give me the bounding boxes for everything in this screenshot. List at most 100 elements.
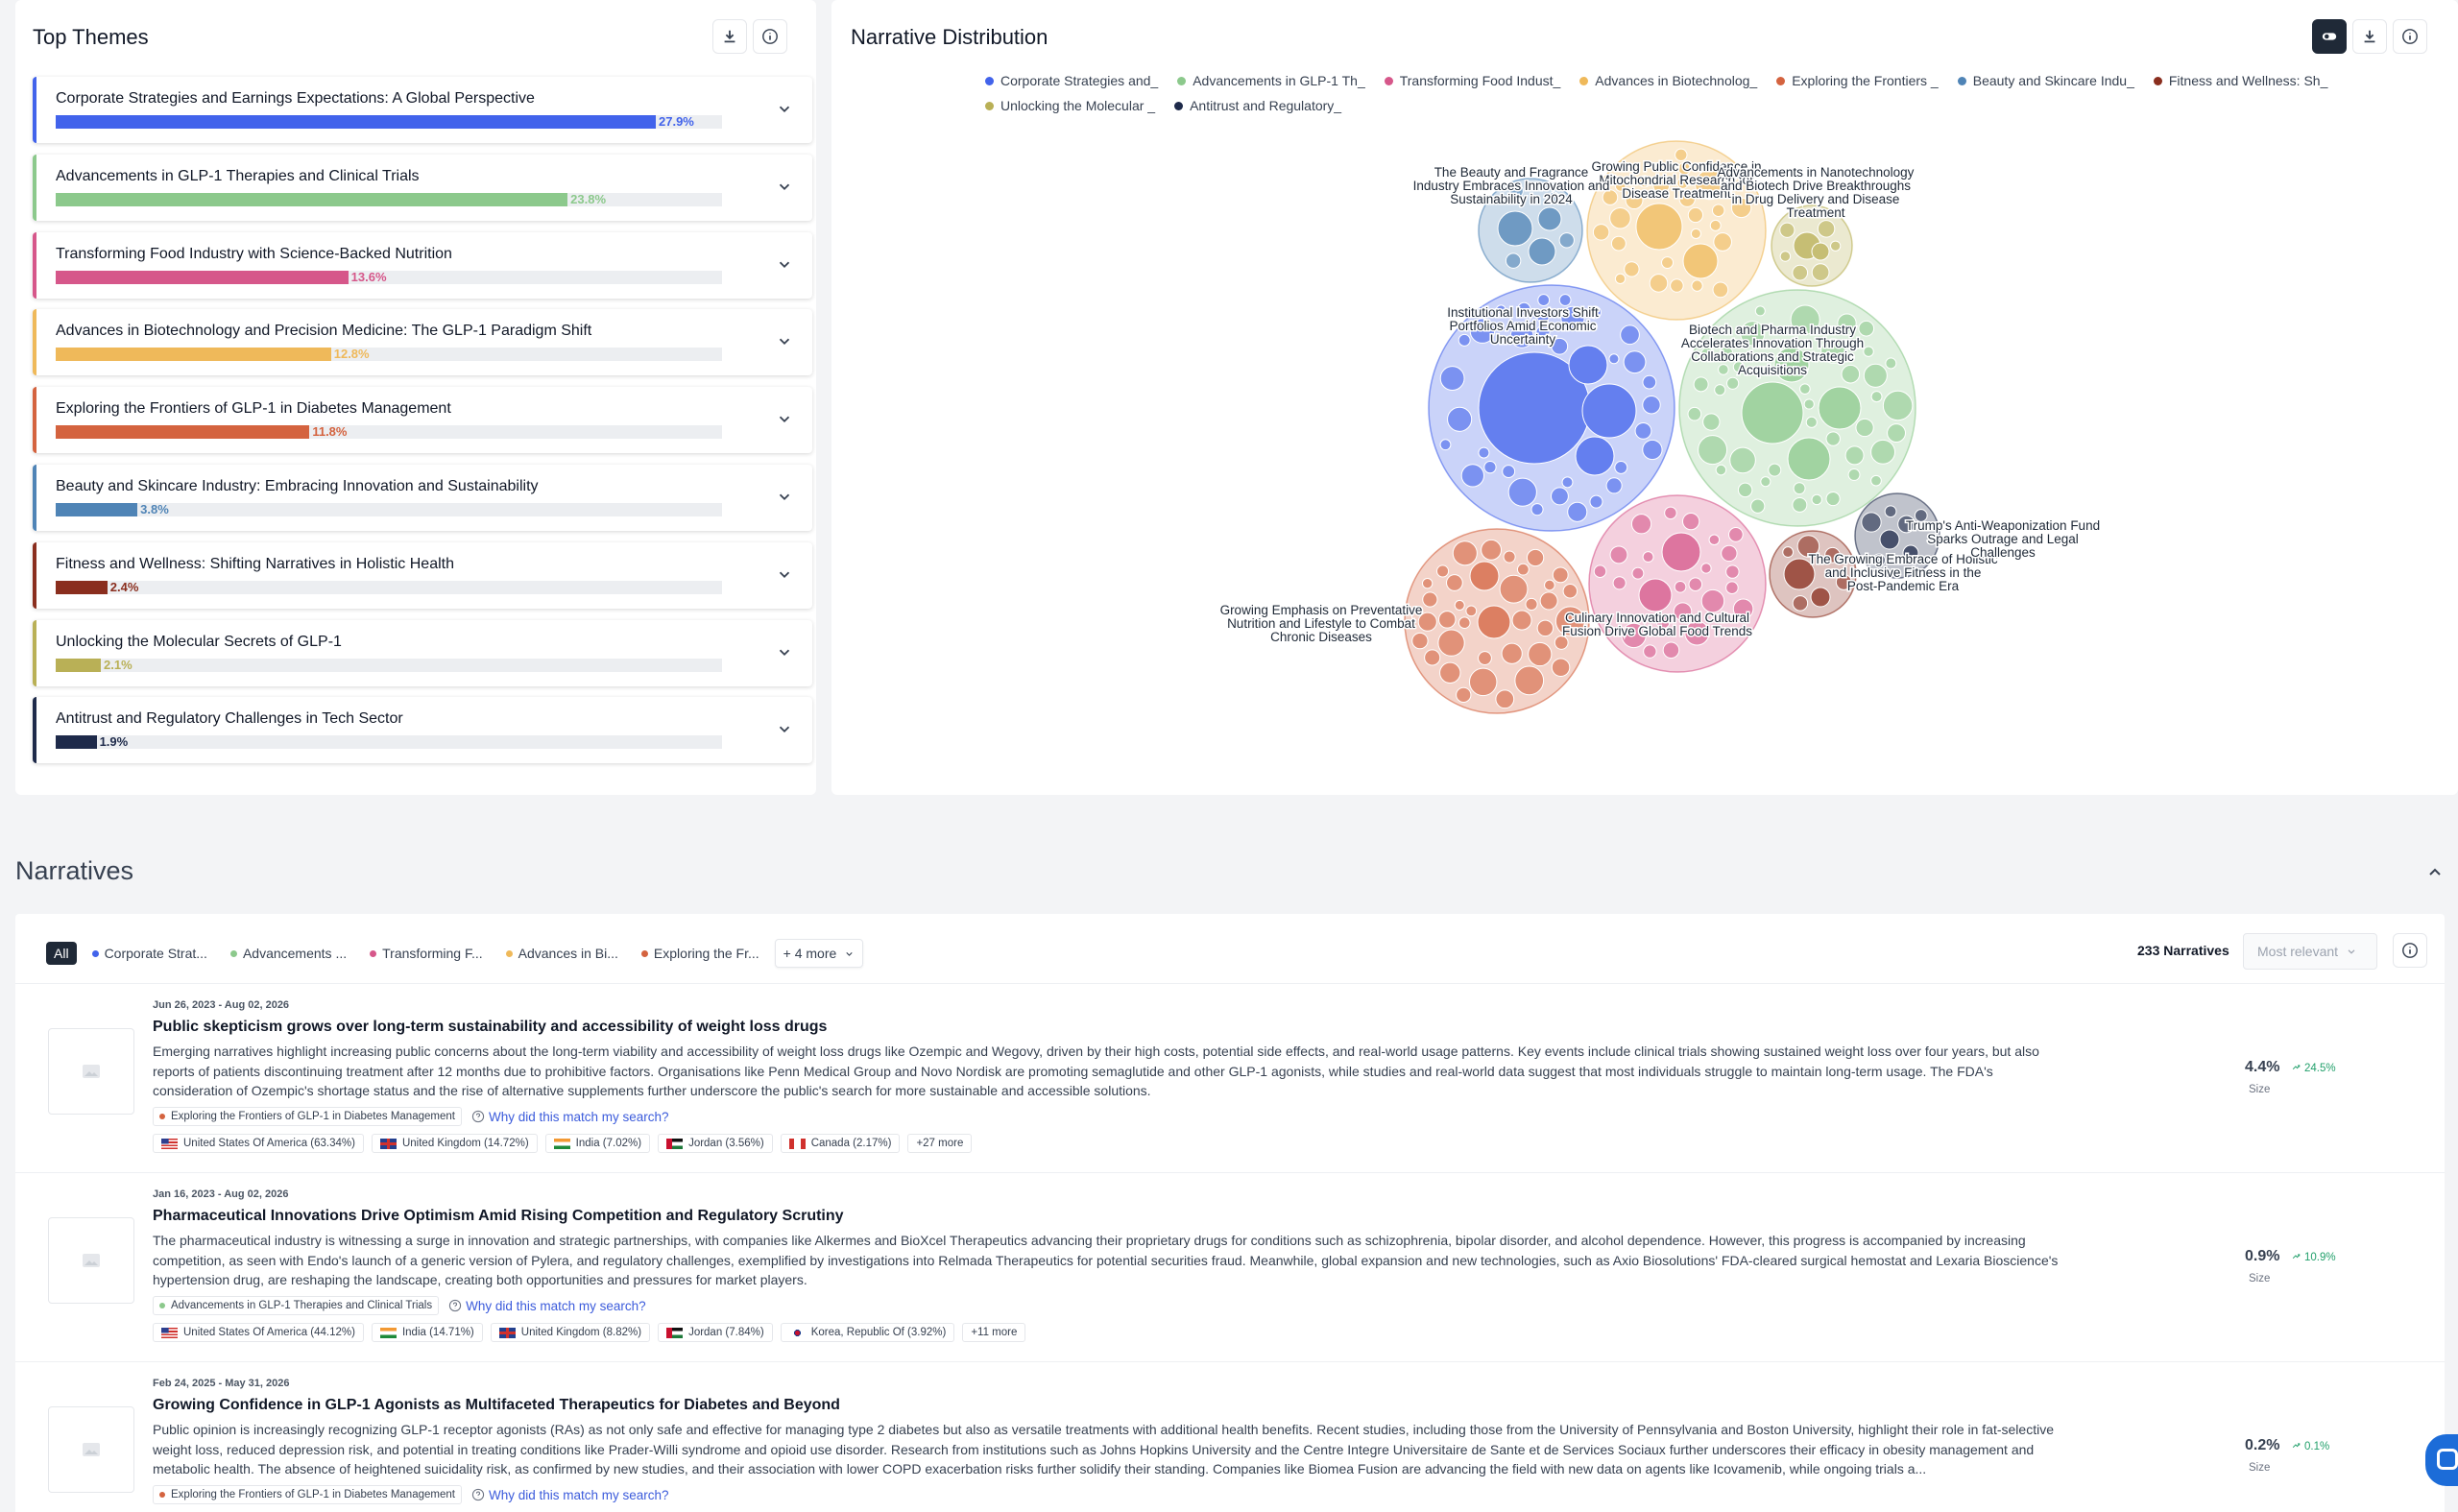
narrative-bubble[interactable] xyxy=(1581,383,1637,439)
narrative-bubble[interactable] xyxy=(1779,222,1795,238)
narrative-bubble[interactable] xyxy=(1424,649,1441,666)
narrative-bubble[interactable] xyxy=(1708,534,1721,546)
narrative-bubble[interactable] xyxy=(1841,364,1861,384)
narrative-bubble[interactable] xyxy=(1870,474,1882,487)
narrative-bubble[interactable] xyxy=(1605,477,1623,494)
narrative-bubble[interactable] xyxy=(1690,228,1701,239)
narrative-bubble[interactable] xyxy=(1811,493,1822,506)
narrative-bubble[interactable] xyxy=(1674,580,1687,593)
narrative-bubble[interactable] xyxy=(1551,658,1571,678)
narrative-bubble[interactable] xyxy=(1499,574,1529,604)
country-chip[interactable]: India (14.71%) xyxy=(371,1323,483,1342)
narrative-bubble[interactable] xyxy=(1539,591,1558,611)
narrative-bubble[interactable] xyxy=(1468,667,1498,697)
narrative-bubble[interactable] xyxy=(1855,418,1874,438)
narrative-bubble[interactable] xyxy=(1642,374,1657,390)
chat-widget-button[interactable] xyxy=(2425,1434,2458,1486)
narrative-title[interactable]: Growing Confidence in GLP-1 Agonists as … xyxy=(153,1397,840,1414)
narrative-item[interactable]: Jun 26, 2023 - Aug 02, 2026 Public skepti… xyxy=(15,983,2445,1171)
narrative-bubble[interactable] xyxy=(1825,491,1841,507)
narrative-bubble[interactable] xyxy=(1630,514,1652,535)
filter-chip[interactable]: Advances in Bi... xyxy=(498,940,626,967)
narrative-bubble[interactable] xyxy=(1700,563,1712,574)
narrative-bubble[interactable] xyxy=(1681,513,1700,531)
narrative-bubble[interactable] xyxy=(1793,482,1806,495)
narrative-bubble[interactable] xyxy=(1483,460,1497,474)
narrative-bubble[interactable] xyxy=(1439,366,1465,391)
narrative-bubble[interactable] xyxy=(1446,574,1463,591)
narrative-bubble[interactable] xyxy=(1782,546,1795,559)
narrative-bubble[interactable] xyxy=(1481,539,1503,561)
narrative-bubble[interactable] xyxy=(1497,210,1533,247)
narrative-bubble[interactable] xyxy=(1447,406,1473,432)
narrative-bubble[interactable] xyxy=(1454,599,1465,611)
country-chip[interactable]: United Kingdom (8.82%) xyxy=(490,1323,651,1342)
narrative-bubble[interactable] xyxy=(1421,578,1434,589)
narrative-bubble[interactable] xyxy=(1439,661,1461,684)
info-button[interactable] xyxy=(2393,933,2427,968)
narrative-bubble[interactable] xyxy=(1649,274,1669,293)
chevron-down-icon[interactable] xyxy=(776,100,793,117)
country-chip[interactable]: United States Of America (63.34%) xyxy=(153,1134,364,1153)
narrative-bubble[interactable] xyxy=(1879,529,1900,550)
narrative-bubble[interactable] xyxy=(1688,577,1703,591)
narrative-bubble[interactable] xyxy=(1642,551,1654,564)
narrative-bubble[interactable] xyxy=(1589,494,1603,509)
theme-card[interactable]: Beauty and Skincare Industry: Embracing … xyxy=(33,465,812,531)
chevron-down-icon[interactable] xyxy=(776,565,793,583)
theme-tag[interactable]: Exploring the Frontiers of GLP-1 in Diab… xyxy=(153,1485,462,1504)
narrative-bubble[interactable] xyxy=(1811,242,1830,261)
narrative-bubble[interactable] xyxy=(1787,437,1831,481)
narrative-bubble[interactable] xyxy=(1882,390,1914,421)
narrative-bubble[interactable] xyxy=(1436,564,1450,578)
bubble-cluster-exploring[interactable] xyxy=(1404,528,1590,714)
narrative-bubble[interactable] xyxy=(1411,632,1429,650)
narrative-bubble[interactable] xyxy=(1609,206,1631,229)
why-match-link[interactable]: Why did this match my search? xyxy=(471,1488,669,1502)
narrative-bubble[interactable] xyxy=(1456,686,1472,703)
narrative-bubble[interactable] xyxy=(1558,232,1575,249)
narrative-bubble[interactable] xyxy=(1634,421,1652,440)
narrative-bubble[interactable] xyxy=(1620,324,1640,346)
narrative-bubble[interactable] xyxy=(1754,305,1766,317)
narrative-bubble[interactable] xyxy=(1593,564,1607,578)
narrative-bubble[interactable] xyxy=(1670,278,1684,293)
narrative-bubble[interactable] xyxy=(1805,416,1818,428)
narrative-bubble[interactable] xyxy=(1437,611,1457,629)
chevron-down-icon[interactable] xyxy=(776,720,793,737)
theme-card[interactable]: Exploring the Frontiers of GLP-1 in Diab… xyxy=(33,387,812,454)
narrative-bubble[interactable] xyxy=(1503,550,1516,564)
narrative-bubble[interactable] xyxy=(1729,446,1756,474)
narrative-bubble[interactable] xyxy=(1501,642,1523,664)
narrative-bubble[interactable] xyxy=(1718,364,1729,375)
narrative-bubble[interactable] xyxy=(1536,619,1554,637)
narrative-bubble[interactable] xyxy=(1422,591,1438,608)
narrative-bubble[interactable] xyxy=(1526,548,1545,567)
narrative-bubble[interactable] xyxy=(1624,261,1640,277)
country-chip[interactable]: United States Of America (44.12%) xyxy=(153,1323,364,1342)
narrative-bubble[interactable] xyxy=(1664,506,1677,520)
narrative-bubble[interactable] xyxy=(1858,320,1875,337)
narrative-bubble[interactable] xyxy=(1825,431,1841,446)
narrative-bubble[interactable] xyxy=(1811,263,1830,282)
narrative-bubble[interactable] xyxy=(1711,204,1725,217)
filter-chip[interactable]: Transforming F... xyxy=(362,940,491,967)
chevron-down-icon[interactable] xyxy=(776,410,793,427)
narrative-bubble[interactable] xyxy=(1643,644,1657,659)
narrative-bubble[interactable] xyxy=(1884,505,1897,518)
narrative-bubble[interactable] xyxy=(1768,463,1782,477)
chevron-down-icon[interactable] xyxy=(776,178,793,195)
narrative-bubble[interactable] xyxy=(1709,219,1722,231)
country-chip[interactable]: United Kingdom (14.72%) xyxy=(371,1134,538,1153)
narrative-bubble[interactable] xyxy=(1682,243,1719,279)
narrative-bubble[interactable] xyxy=(1700,588,1725,613)
narrative-bubble[interactable] xyxy=(1803,398,1815,410)
narrative-bubble[interactable] xyxy=(1469,561,1500,591)
narrative-bubble[interactable] xyxy=(1511,610,1532,631)
narrative-bubble[interactable] xyxy=(1537,206,1562,231)
narrative-bubble[interactable] xyxy=(1567,501,1588,522)
narrative-bubble[interactable] xyxy=(1741,381,1804,444)
narrative-bubble[interactable] xyxy=(1661,532,1701,572)
country-chip[interactable]: India (7.02%) xyxy=(544,1134,651,1153)
narrative-bubble[interactable] xyxy=(1870,391,1883,403)
